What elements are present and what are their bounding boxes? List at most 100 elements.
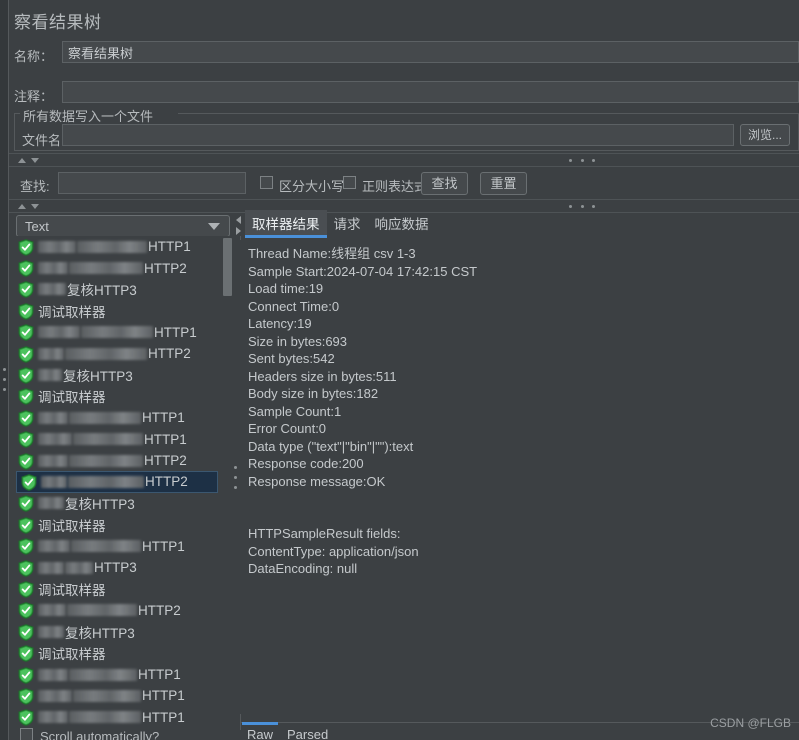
success-shield-icon xyxy=(18,602,34,620)
redacted-text xyxy=(67,604,137,617)
redacted-text xyxy=(65,347,147,360)
redacted-text xyxy=(38,561,64,574)
collapse-up-icon-2[interactable] xyxy=(18,204,26,209)
tree-row-suffix: 复核HTTP3 xyxy=(65,625,135,641)
tree-row[interactable]: HTTP1 xyxy=(14,707,232,728)
redacted-text xyxy=(65,561,93,574)
redacted-text xyxy=(38,411,68,424)
regex-label: 正则表达式 xyxy=(362,179,428,194)
name-input[interactable] xyxy=(62,41,799,63)
tree-row[interactable]: 复核HTTP3 xyxy=(14,621,232,642)
collapse-down-icon[interactable] xyxy=(31,158,39,163)
tree-row-label: 调试取样器 xyxy=(38,301,106,321)
case-sensitive-checkbox[interactable] xyxy=(260,176,273,189)
tree-row-label: HTTP2 xyxy=(38,603,181,618)
tree-row[interactable]: 调试取样器 xyxy=(14,642,232,663)
tree-row[interactable]: 复核HTTP3 xyxy=(14,493,232,514)
tree-row[interactable]: HTTP1 xyxy=(14,664,232,685)
redacted-text xyxy=(38,497,64,510)
tree-row-suffix: HTTP2 xyxy=(144,453,187,469)
raw-parsed-tabstrip[interactable]: Raw Parsed xyxy=(240,722,335,740)
renderer-select[interactable]: Text xyxy=(16,215,230,237)
tree-row[interactable]: 复核HTTP3 xyxy=(14,364,232,385)
name-label: 名称： xyxy=(14,49,54,64)
reset-button[interactable]: 重置 xyxy=(480,172,527,195)
tree-row[interactable]: HTTP1 xyxy=(14,429,232,450)
tree-row-suffix: HTTP1 xyxy=(142,538,185,554)
left-edge-splitter-grip-icon[interactable] xyxy=(3,368,6,391)
tab-label: 请求 xyxy=(333,217,361,232)
tree-row-suffix: 调试取样器 xyxy=(38,304,106,320)
chevron-left-icon[interactable] xyxy=(236,216,241,224)
tree-row[interactable]: HTTP1 xyxy=(14,236,232,257)
redacted-text xyxy=(38,283,66,296)
search-input[interactable] xyxy=(58,172,246,194)
tree-row[interactable]: HTTP3 xyxy=(14,557,232,578)
tree-row-label: HTTP2 xyxy=(38,261,187,276)
tree-row[interactable]: HTTP1 xyxy=(14,407,232,428)
groupbox-top-edge-right xyxy=(178,113,798,114)
chevron-right-icon[interactable] xyxy=(236,227,241,235)
tree-row[interactable]: HTTP2 xyxy=(14,343,232,364)
tree-row[interactable]: 复核HTTP3 xyxy=(14,279,232,300)
tree-row[interactable]: HTTP1 xyxy=(14,535,232,556)
tree-row[interactable]: HTTP2 xyxy=(14,600,232,621)
success-shield-icon xyxy=(18,302,34,320)
tree-scrollbar-thumb[interactable] xyxy=(223,238,232,296)
tree-row[interactable]: HTTP2 xyxy=(14,257,232,278)
tree-row[interactable]: 调试取样器 xyxy=(14,578,232,599)
bottom-tab-0[interactable]: Raw xyxy=(240,722,280,740)
tree-row[interactable]: HTTP2 xyxy=(14,450,232,471)
regex-checkbox[interactable] xyxy=(343,176,356,189)
tree-row[interactable]: HTTP1 xyxy=(14,685,232,706)
tree-row[interactable]: 调试取样器 xyxy=(14,300,232,321)
success-shield-icon xyxy=(18,281,34,299)
splitter-top[interactable] xyxy=(9,153,799,167)
browse-button[interactable]: 浏览... xyxy=(740,124,790,146)
tree-row-suffix: 复核HTTP3 xyxy=(63,369,133,385)
success-shield-icon xyxy=(18,516,34,534)
success-shield-icon xyxy=(18,345,34,363)
scroll-automatically-checkbox[interactable] xyxy=(20,728,33,740)
redacted-text xyxy=(38,240,76,253)
redacted-text xyxy=(38,625,64,638)
tree-row-label: HTTP1 xyxy=(38,539,185,554)
tree-row-suffix: HTTP2 xyxy=(144,260,187,276)
tab-0[interactable]: 取样器结果 xyxy=(245,210,327,238)
splitter-grip-icon[interactable] xyxy=(569,159,595,163)
comment-input[interactable] xyxy=(62,81,799,103)
tab-1[interactable]: 请求 xyxy=(327,210,368,238)
find-button[interactable]: 查找 xyxy=(421,172,468,195)
left-gutter-divider xyxy=(8,0,9,740)
filename-input[interactable] xyxy=(62,124,734,146)
results-tabstrip[interactable]: 取样器结果 请求 响应数据 xyxy=(245,210,436,238)
tree-row-suffix: 复核HTTP3 xyxy=(65,497,135,513)
comment-label: 注释： xyxy=(14,89,54,104)
redacted-text xyxy=(38,604,66,617)
tree-row[interactable]: 调试取样器 xyxy=(14,514,232,535)
tab-2[interactable]: 响应数据 xyxy=(368,210,436,238)
tree-row-label: HTTP1 xyxy=(38,688,185,703)
collapse-down-icon-2[interactable] xyxy=(31,204,39,209)
success-shield-icon xyxy=(21,474,37,491)
redacted-text xyxy=(69,711,141,724)
redacted-text xyxy=(68,475,144,488)
tree-row[interactable]: HTTP1 xyxy=(14,322,232,343)
tree-row[interactable]: 调试取样器 xyxy=(14,386,232,407)
bottom-tab-1[interactable]: Parsed xyxy=(280,723,335,740)
splitter-grip-icon-2[interactable] xyxy=(569,205,595,209)
find-label: 查找: xyxy=(20,179,50,194)
redacted-text xyxy=(38,711,68,724)
results-tree[interactable]: HTTP1 HTTP2 复核HTTP3 调试取样器 HTTP1 HTTP2 复核HTTP3… xyxy=(14,236,232,730)
tree-row-label: HTTP2 xyxy=(38,346,191,361)
tree-row[interactable]: HTTP2 xyxy=(16,471,218,493)
collapse-up-icon[interactable] xyxy=(18,158,26,163)
vertical-splitter-grip-icon[interactable] xyxy=(234,466,237,489)
tree-row-label: 调试取样器 xyxy=(38,643,106,663)
tree-row-suffix: HTTP1 xyxy=(142,709,185,725)
tree-row-label: 复核HTTP3 xyxy=(38,365,133,385)
tree-row-suffix: HTTP1 xyxy=(142,688,185,704)
tree-scrollbar-track[interactable] xyxy=(223,236,232,730)
tree-row-suffix: HTTP1 xyxy=(138,667,181,682)
redacted-text xyxy=(71,540,141,553)
